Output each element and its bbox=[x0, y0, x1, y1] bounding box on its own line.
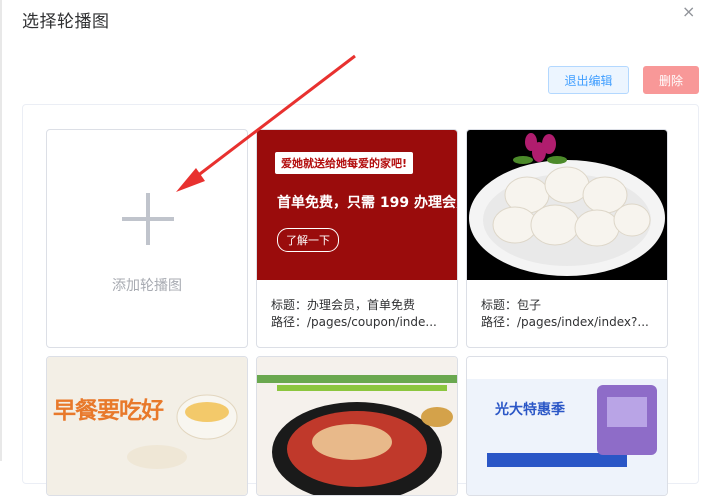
banner-headline: 首单免费，只需 199 办理会员 bbox=[277, 195, 457, 211]
baozi-image bbox=[467, 130, 667, 280]
close-icon[interactable]: × bbox=[682, 4, 695, 20]
carousel-card-membership[interactable]: 爱她就送给她每爱的家吧! 首单免费，只需 199 办理会员 了解一下 标题：办理… bbox=[256, 129, 458, 348]
banner-tagline: 爱她就送给她每爱的家吧! bbox=[275, 152, 414, 174]
add-carousel-label: 添加轮播图 bbox=[112, 278, 182, 294]
card-info: 标题：办理会员，首单免费 路径：/pages/coupon/inde... bbox=[271, 297, 451, 331]
card-info: 标题：包子 路径：/pages/index/index?... bbox=[481, 297, 661, 331]
carousel-card-baozi[interactable]: 标题：包子 路径：/pages/index/index?... bbox=[466, 129, 668, 348]
breakfast-banner-image: 早餐要吃好 bbox=[47, 357, 247, 495]
everbright-banner-image: 光大特惠季 bbox=[467, 357, 667, 495]
add-carousel-card[interactable]: 添加轮播图 bbox=[46, 129, 248, 348]
card-title: 标题：包子 bbox=[481, 298, 542, 312]
delete-button[interactable]: 删除 bbox=[643, 66, 699, 94]
carousel-card-noodles[interactable] bbox=[256, 356, 458, 496]
carousel-card-everbright[interactable]: 光大特惠季 bbox=[466, 356, 668, 496]
card-title: 标题：办理会员，首单免费 bbox=[271, 298, 416, 312]
noodles-image bbox=[257, 357, 457, 495]
plus-icon bbox=[122, 193, 174, 245]
select-carousel-dialog: 选择轮播图 × 退出编辑 删除 添加轮播图 爱她就送给她每爱的家吧! 首单免费，… bbox=[0, 0, 714, 496]
dialog-title: 选择轮播图 bbox=[22, 12, 110, 32]
card-path: 路径：/pages/index/index?... bbox=[481, 315, 649, 329]
card-path: 路径：/pages/coupon/inde... bbox=[271, 315, 437, 329]
exit-edit-button[interactable]: 退出编辑 bbox=[548, 66, 629, 94]
carousel-card-breakfast[interactable]: 早餐要吃好 bbox=[46, 356, 248, 496]
membership-banner-image: 爱她就送给她每爱的家吧! 首单免费，只需 199 办理会员 了解一下 bbox=[257, 130, 457, 280]
dialog-left-border bbox=[0, 0, 2, 461]
banner-learn-more: 了解一下 bbox=[277, 228, 339, 252]
